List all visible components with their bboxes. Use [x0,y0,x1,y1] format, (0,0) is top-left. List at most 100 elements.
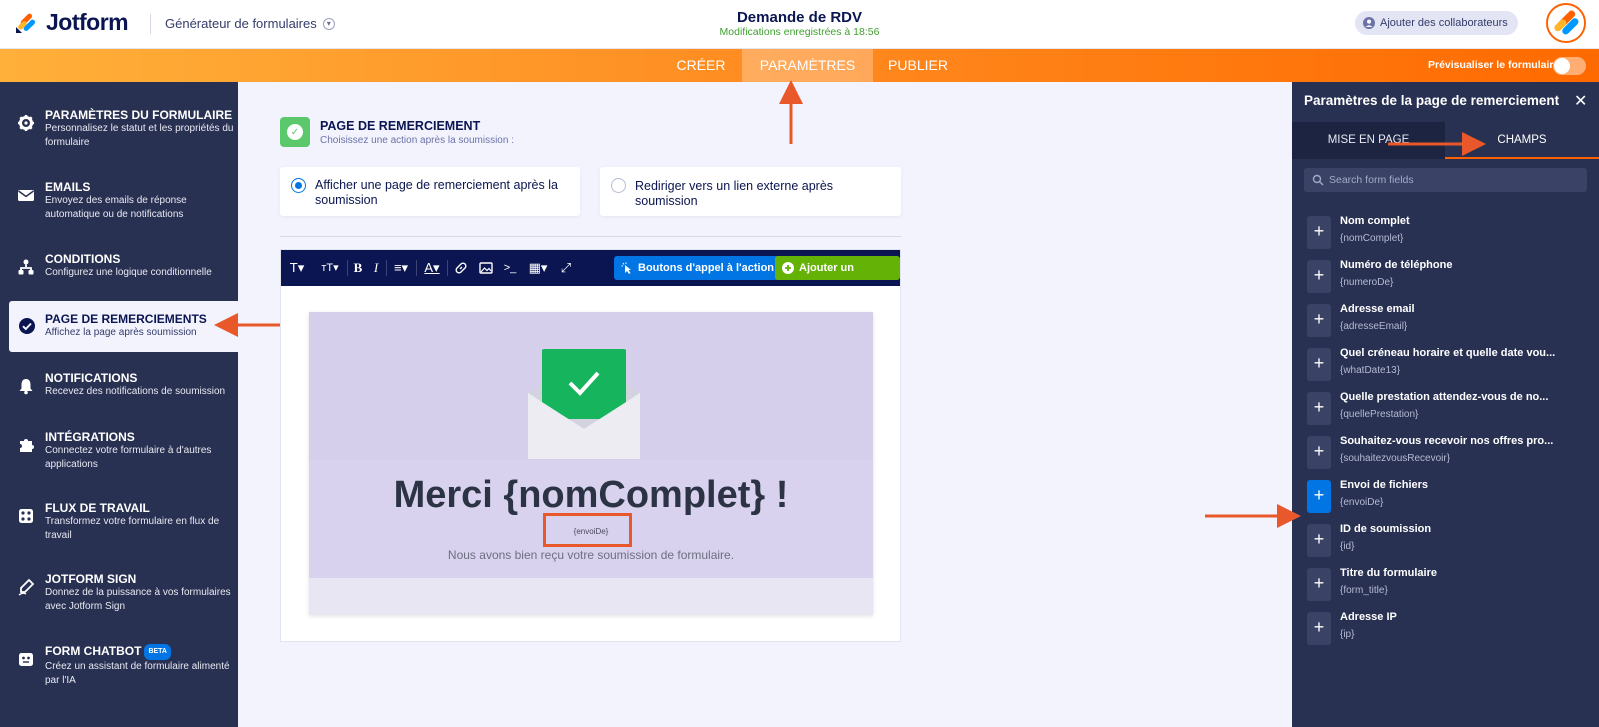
field-variable: {ip} [1340,629,1355,640]
field-variable: {form_title} [1340,585,1388,596]
option-show-thank-you-page[interactable]: Afficher une page de remerciement après … [280,167,580,216]
add-field-plus-button[interactable]: + [1307,348,1331,381]
text-format-icon[interactable]: T▾ [287,259,307,277]
add-field-plus-button[interactable]: + [1307,480,1331,513]
field-item[interactable]: + Adresse IP {ip} [1304,608,1594,652]
field-name: Envoi de fichiers [1340,479,1429,491]
main-content: ✓ PAGE DE REMERCIEMENT Choisissez une ac… [238,82,1292,727]
field-item[interactable]: + Titre du formulaire {form_title} [1304,564,1594,608]
font-size-icon[interactable]: ᴛT▾ [317,259,343,277]
field-item[interactable]: + ID de soumission {id} [1304,520,1594,564]
search-input[interactable]: Search form fields [1304,168,1587,192]
builder-nav: CRÉER PARAMÈTRES PUBLIER Prévisualiser l… [0,49,1599,82]
sidebar-item-notifications[interactable]: NOTIFICATIONS Recevez des notifications … [0,371,238,399]
cta-buttons-button[interactable]: Boutons d'appel à l'action [614,256,783,280]
tab-fields[interactable]: CHAMPS [1445,122,1599,159]
field-item-selected[interactable]: + Envoi de fichiers {envoiDe} [1304,476,1594,520]
table-icon[interactable]: ▦▾ [527,259,549,277]
sidebar-item-thank-you-page[interactable]: PAGE DE REMERCIEMENTS Affichez la page a… [9,301,238,352]
collab-label: Ajouter des collaborateurs [1380,17,1508,29]
search-placeholder: Search form fields [1329,174,1414,186]
option-label: Rediriger vers un lien externe après sou… [635,179,834,208]
text-color-icon[interactable]: A▾ [421,259,443,277]
panel-title: Paramètres de la page de remerciement [1304,93,1560,108]
add-field-plus-button[interactable]: + [1307,524,1331,557]
sidebar-item-title: FLUX DE TRAVAIL [45,501,150,515]
bell-icon [19,379,33,395]
radio-selected[interactable] [291,178,306,193]
align-icon[interactable]: ≡▾ [390,259,412,277]
jotform-logo[interactable]: Jotform [14,9,129,36]
preview-toggle[interactable] [1553,57,1586,75]
jotform-logo-icon [14,11,38,35]
sidebar-item-title: NOTIFICATIONS [45,371,138,385]
add-field-plus-button[interactable]: + [1307,568,1331,601]
field-variable: {quellePrestation} [1340,409,1419,420]
tab-create[interactable]: CRÉER [660,49,742,82]
field-variable: {nomComplet} [1340,233,1404,244]
tab-layout[interactable]: MISE EN PAGE [1292,122,1445,159]
close-icon[interactable]: ✕ [1574,91,1587,111]
field-item[interactable]: + Nom complet {nomComplet} [1304,212,1594,256]
add-field-plus-button[interactable]: + [1307,304,1331,337]
builder-dropdown[interactable]: Générateur de formulaires ▾ [165,16,335,31]
add-field-plus-button[interactable]: + [1307,260,1331,293]
link-icon[interactable] [454,259,468,277]
avatar[interactable] [1546,3,1586,43]
annotation-highlight-box [543,513,632,547]
field-item[interactable]: + Adresse email {adresseEmail} [1304,300,1594,344]
sidebar-item-desc: Créez un assistant de formulaire aliment… [45,661,230,686]
tab-settings[interactable]: PARAMÈTRES [742,49,873,82]
hierarchy-icon [18,259,34,275]
sidebar-item-form-settings[interactable]: PARAMÈTRES DU FORMULAIRE Personnalisez l… [0,108,238,150]
add-field-plus-button[interactable]: + [1307,216,1331,249]
italic-icon[interactable]: I [369,259,383,277]
field-variable: {souhaitezvousRecevoir} [1340,453,1451,464]
fullscreen-icon[interactable]: ⤢ [559,259,573,277]
sidebar-item-emails[interactable]: EMAILS Envoyez des emails de réponse aut… [0,180,238,222]
add-field-button[interactable]: Ajouter un champ [775,256,900,298]
add-field-plus-button[interactable]: + [1307,612,1331,645]
section-title: PAGE DE REMERCIEMENT [320,119,481,133]
field-item[interactable]: + Quelle prestation attendez-vous de no.… [1304,388,1594,432]
add-field-plus-button[interactable]: + [1307,436,1331,469]
puzzle-icon [20,439,34,452]
thank-you-preview[interactable]: Merci {nomComplet} ! {envoiDe} Nous avon… [309,312,873,615]
tab-publish[interactable]: PUBLIER [873,49,963,82]
field-variable: {adresseEmail} [1340,321,1408,332]
sidebar-item-form-chatbot[interactable]: FORM CHATBOT BETA Créez un assistant de f… [0,644,238,688]
add-collaborators-button[interactable]: Ajouter des collaborateurs [1355,11,1518,35]
field-variable: {envoiDe} [1340,497,1384,508]
field-item[interactable]: + Quel créneau horaire et quelle date vo… [1304,344,1594,388]
sidebar-item-title: PARAMÈTRES DU FORMULAIRE [45,108,233,122]
field-item[interactable]: + Souhaitez-vous recevoir nos offres pro… [1304,432,1594,476]
envelope-check-icon [528,349,640,459]
field-name: Numéro de téléphone [1340,259,1453,271]
beta-badge: BETA [144,644,171,660]
radio-unselected[interactable] [611,178,626,193]
sidebar-item-desc: Transformez votre formulaire en flux de … [45,516,220,541]
field-name: Adresse IP [1340,611,1397,623]
add-field-plus-button[interactable]: + [1307,392,1331,425]
panel-tabs: MISE EN PAGE CHAMPS [1292,122,1599,159]
divider [280,236,901,237]
sidebar-item-conditions[interactable]: CONDITIONS Configurez une logique condit… [0,252,238,280]
sidebar-item-desc: Connectez votre formulaire à d'autres ap… [45,445,212,470]
image-icon[interactable] [479,259,493,277]
logo-text: Jotform [46,9,129,35]
bold-icon[interactable]: B [351,259,365,277]
user-icon [1363,17,1375,29]
code-icon[interactable]: >_ [503,259,517,277]
sidebar-item-jotform-sign[interactable]: JOTFORM SIGN Donnez de la puissance à vo… [0,572,238,614]
sidebar-item-workflow[interactable]: FLUX DE TRAVAIL Transformez votre formul… [0,501,238,543]
sidebar-item-title: INTÉGRATIONS [45,430,135,444]
thank-you-message[interactable]: Nous avons bien reçu votre soumission de… [309,548,873,562]
sidebar-item-title-text: FORM CHATBOT [45,644,142,658]
sidebar-item-integrations[interactable]: INTÉGRATIONS Connectez votre formulaire … [0,430,238,472]
field-item[interactable]: + Numéro de téléphone {numeroDe} [1304,256,1594,300]
option-redirect-external[interactable]: Rediriger vers un lien externe après sou… [600,167,901,216]
field-name: Quelle prestation attendez-vous de no... [1340,391,1549,403]
thank-you-headline[interactable]: Merci {nomComplet} ! [309,474,873,517]
gear-icon [18,115,34,131]
sidebar-item-title: EMAILS [45,180,91,194]
